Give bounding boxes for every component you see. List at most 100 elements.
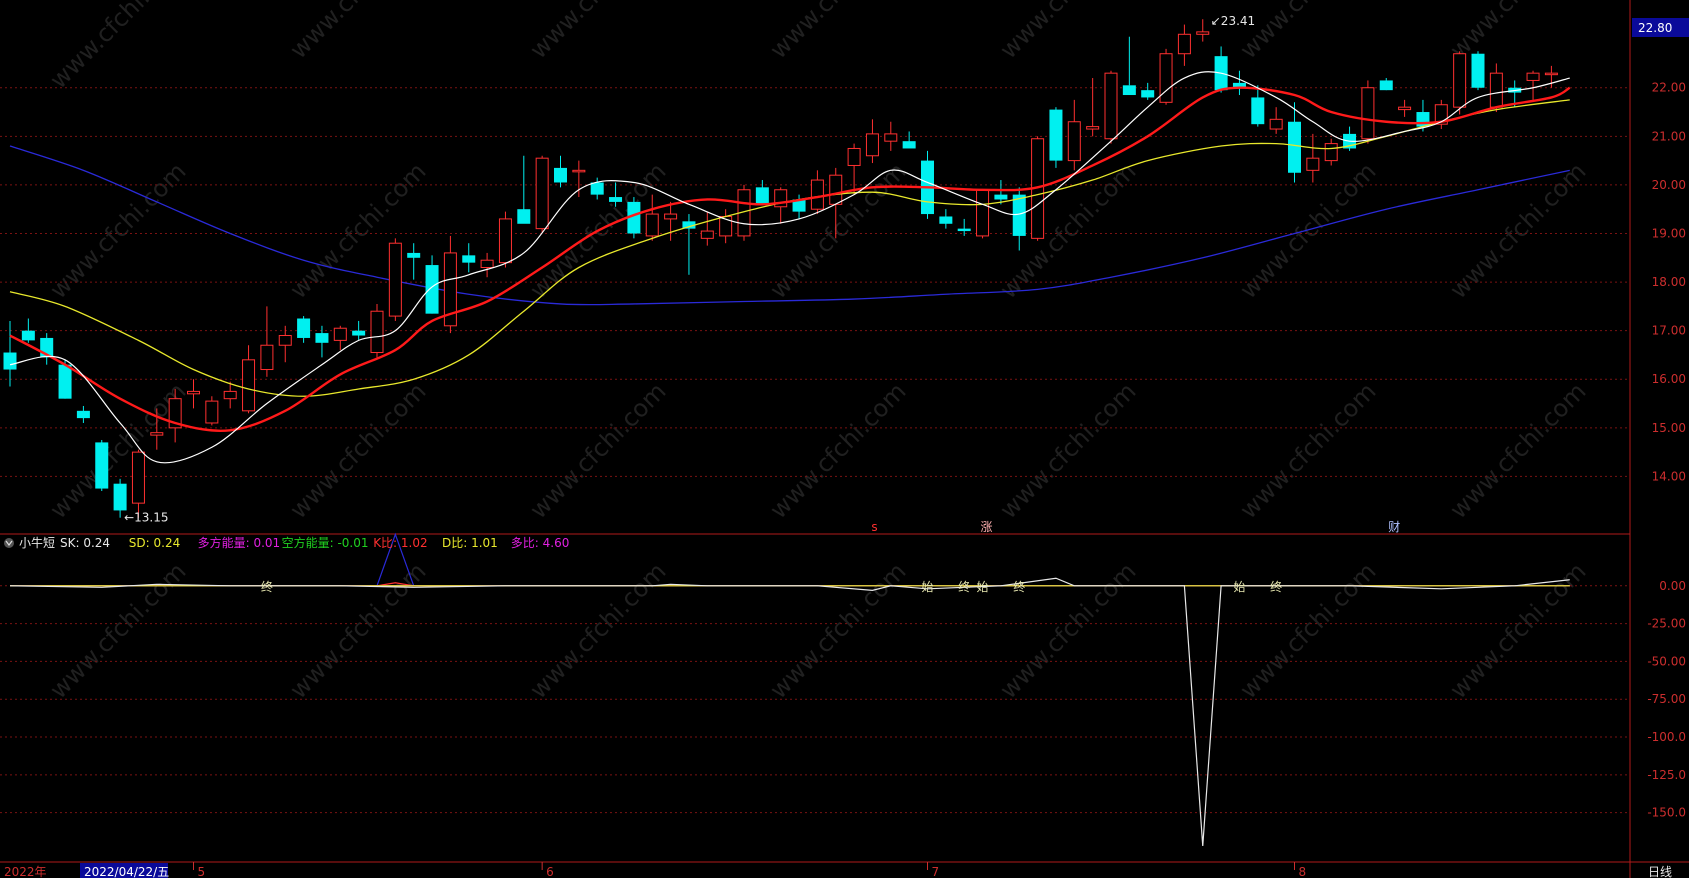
period-label[interactable]: 日线 xyxy=(1648,865,1672,878)
candle-up xyxy=(865,119,879,164)
candle-up xyxy=(333,325,347,351)
watermark-text: www.cfchi.com xyxy=(764,0,911,64)
candle-body xyxy=(1086,126,1100,130)
legend-item: D比: 1.01 xyxy=(442,536,498,550)
candle-up xyxy=(242,345,256,414)
legend-item: 空方能量: -0.01 xyxy=(282,535,369,550)
candle-body xyxy=(517,209,531,224)
price-tick-label: 16.00 xyxy=(1652,372,1686,386)
price-tick-label: 20.00 xyxy=(1652,178,1686,192)
candle-up xyxy=(774,187,788,224)
candle-up xyxy=(443,235,457,334)
watermark-text: www.cfchi.com xyxy=(1234,377,1381,524)
candle-up xyxy=(1526,70,1540,100)
price-tick-label: 22.00 xyxy=(1652,81,1686,95)
candle-down xyxy=(755,180,769,205)
watermark-text: www.cfchi.com xyxy=(524,377,671,524)
month-label: 5 xyxy=(198,865,206,878)
indicator-marker: 终 xyxy=(958,579,970,594)
indicator-marker: 终 xyxy=(1013,579,1025,594)
candle-body xyxy=(462,255,476,263)
indicator-tick-label: -75.00 xyxy=(1647,692,1686,706)
candle-up xyxy=(278,325,292,363)
price-tick-label: 15.00 xyxy=(1652,421,1686,435)
candle-body xyxy=(810,179,824,210)
candle-down xyxy=(682,214,696,275)
month-label: 7 xyxy=(932,865,940,878)
candle-body xyxy=(664,213,678,220)
candle-body xyxy=(76,410,90,419)
high-price-label: ↙23.41 xyxy=(1211,14,1255,28)
candle-body xyxy=(755,187,769,205)
month-label: 6 xyxy=(546,865,554,878)
candle-up xyxy=(810,170,824,215)
watermark-text: www.cfchi.com xyxy=(994,377,1141,524)
indicator-marker: 始 xyxy=(977,580,989,594)
candle-down xyxy=(554,155,567,188)
watermarks: www.cfchi.com www.cfchi.com www.cfchi.com w… xyxy=(44,0,1591,704)
event-marker: s xyxy=(871,520,877,534)
indicator-marker: 终 xyxy=(1270,579,1282,594)
candle-body xyxy=(370,310,384,354)
candle-up xyxy=(131,449,145,518)
legend-item: 多比: 4.60 xyxy=(511,536,570,550)
candle-down xyxy=(921,150,934,219)
candle-down xyxy=(76,405,90,423)
candle-body xyxy=(498,218,512,264)
candle-body xyxy=(1544,72,1558,76)
candle-body xyxy=(315,333,329,343)
candle-body xyxy=(645,213,659,237)
candle-body xyxy=(1324,143,1338,162)
candle-down xyxy=(1379,78,1393,91)
watermark-text: www.cfchi.com xyxy=(1234,0,1381,64)
candle-body xyxy=(554,167,567,183)
price-axis: 22.80 22.00 21.00 20.00 19.00 18.00 17.00 16.0… xyxy=(1632,18,1689,483)
candle-body xyxy=(260,344,274,371)
candle-up xyxy=(1067,99,1081,171)
candle-up xyxy=(976,189,990,239)
candle-up xyxy=(1324,138,1338,166)
candle-up xyxy=(1398,99,1412,117)
indicator-pane[interactable]: 终始终始终始终 0.00-25.00-50.00-75.00-100.0-125… xyxy=(0,532,1686,846)
candle-up xyxy=(700,211,714,246)
candle-up xyxy=(260,306,274,377)
candle-body xyxy=(150,432,164,436)
candle-body xyxy=(1196,31,1210,35)
candle-body xyxy=(113,483,127,511)
legend-item: 多方能量: 0.01 xyxy=(198,535,281,550)
candle-up xyxy=(205,396,219,426)
candle-up xyxy=(847,143,861,195)
candle-up xyxy=(572,160,586,198)
indicator-tick-label: -125.0 xyxy=(1647,768,1686,782)
candle-up xyxy=(719,209,733,244)
candle-up xyxy=(388,238,402,321)
candle-down xyxy=(95,439,109,491)
indicator-axis: 0.00 -25.00 -50.00 -75.00 -100.0 -125.0 -150.0 xyxy=(1647,579,1686,820)
candle-down xyxy=(1049,107,1063,168)
low-price-label: ←13.15 xyxy=(124,511,168,525)
indicator-marker: 始 xyxy=(921,580,933,594)
watermark-text: www.cfchi.com xyxy=(994,0,1141,64)
candle-body xyxy=(902,141,916,149)
candle-down xyxy=(462,243,476,273)
candle-down xyxy=(1288,102,1301,183)
candle-body xyxy=(1251,97,1265,125)
collapse-icon[interactable] xyxy=(4,538,14,548)
candle-body xyxy=(994,194,1008,200)
indicator-tick-label: 0.00 xyxy=(1659,579,1686,593)
candle-down xyxy=(1471,51,1485,91)
stock-chart[interactable]: www.cfchi.com www.cfchi.com www.cfchi.com w… xyxy=(0,0,1689,878)
candle-up xyxy=(370,303,384,358)
candle-down xyxy=(297,316,311,343)
candle-body xyxy=(609,197,623,202)
legend-item: K比: 1.02 xyxy=(373,536,427,550)
candle-up xyxy=(1086,78,1100,137)
candle-body xyxy=(21,330,35,341)
candle-body xyxy=(572,169,586,173)
candle-body xyxy=(1141,90,1155,98)
indicator-tick-label: -25.00 xyxy=(1647,617,1686,631)
watermark-text: www.cfchi.com xyxy=(44,557,191,704)
candle-up xyxy=(480,252,494,278)
candle-body xyxy=(939,216,953,224)
candle-body xyxy=(388,242,402,317)
